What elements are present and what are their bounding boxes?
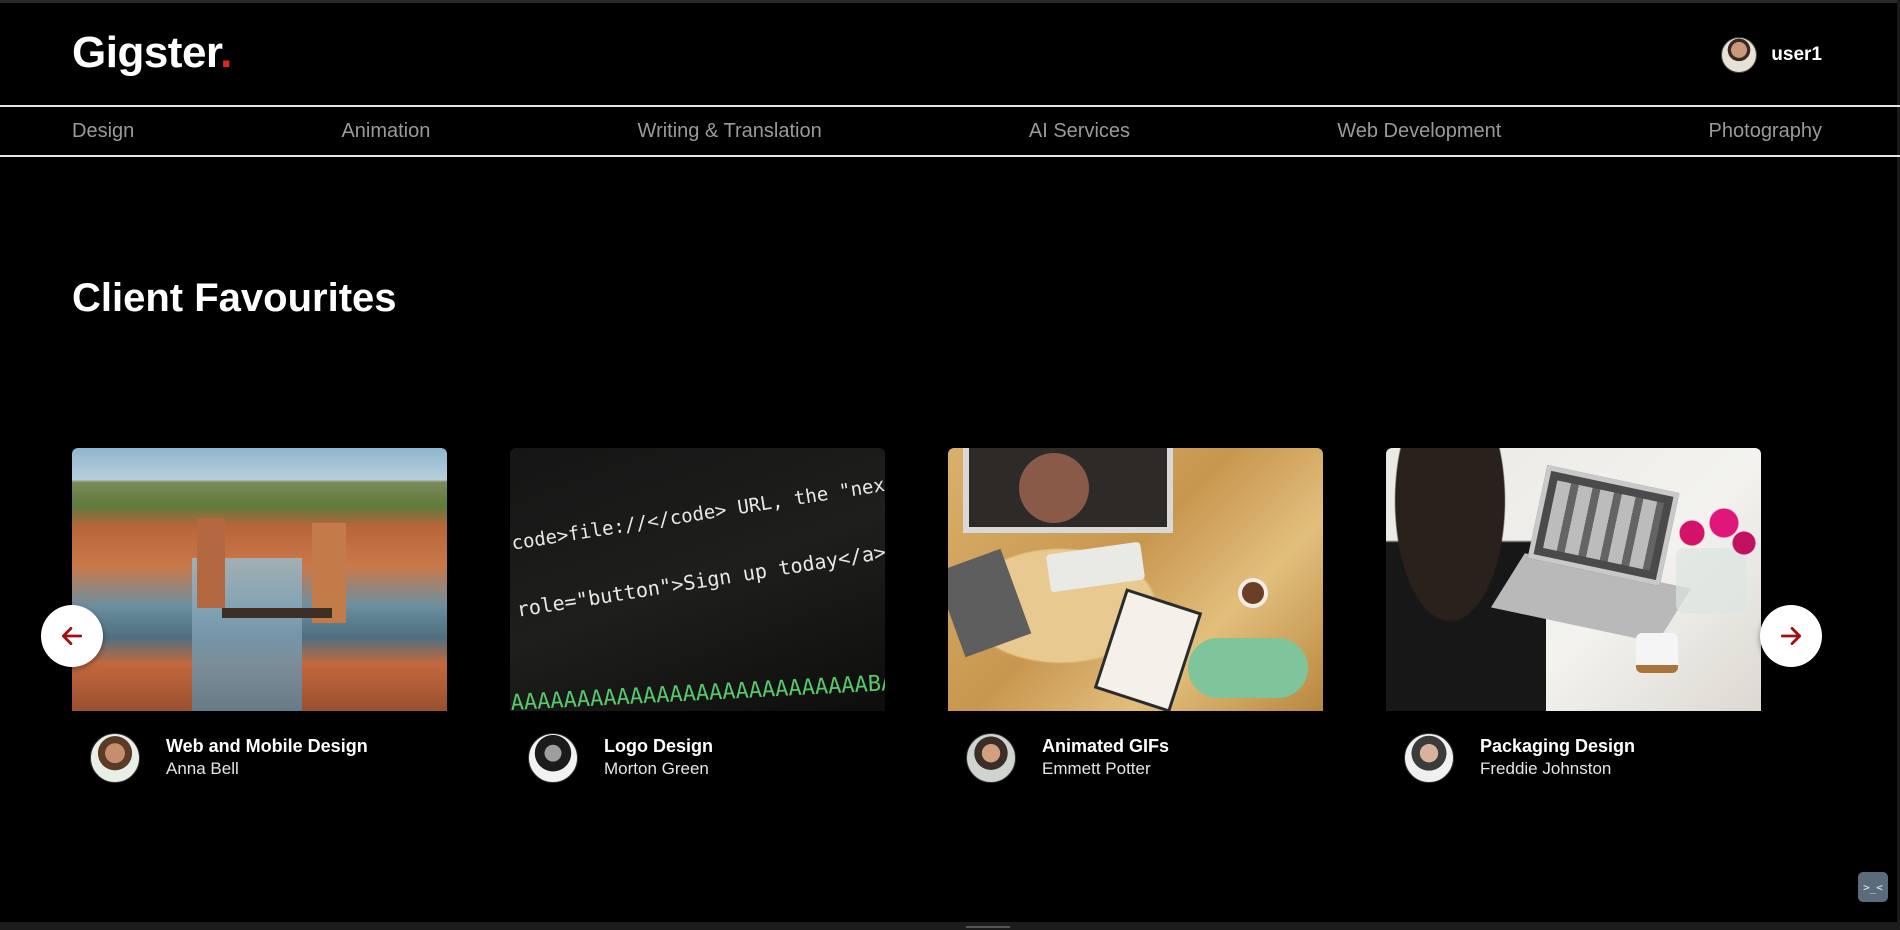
- seller-avatar[interactable]: [1404, 733, 1454, 783]
- gig-card-image[interactable]: [72, 448, 447, 711]
- carousel-prev-button[interactable]: [41, 605, 103, 667]
- seller-avatar[interactable]: [966, 733, 1016, 783]
- nav-item-photography[interactable]: Photography: [1709, 120, 1822, 143]
- window-bottom-edge: [0, 922, 1900, 930]
- favourites-carousel: Web and Mobile Design Anna Bell code>fil…: [72, 448, 1762, 798]
- seller-avatar[interactable]: [90, 733, 140, 783]
- logo[interactable]: Gigster.: [72, 28, 232, 78]
- seller-name[interactable]: Anna Bell: [166, 757, 368, 781]
- user-avatar[interactable]: [1721, 37, 1758, 73]
- arrow-left-icon: [61, 627, 83, 645]
- nav-item-writing-translation[interactable]: Writing & Translation: [638, 120, 822, 143]
- gig-card-image[interactable]: code>file://</code> URL, the "next" role…: [510, 448, 885, 711]
- gig-title[interactable]: Animated GIFs: [1042, 735, 1169, 757]
- gig-card-image[interactable]: [948, 448, 1323, 711]
- terminal-widget-icon[interactable]: >_<: [1858, 872, 1888, 902]
- gig-card[interactable]: Animated GIFs Emmett Potter: [948, 448, 1323, 783]
- logo-dot: .: [220, 28, 232, 77]
- page: Gigster. user1 Design Animation Writing …: [0, 0, 1900, 930]
- section-title: Client Favourites: [72, 276, 397, 320]
- gig-title[interactable]: Web and Mobile Design: [166, 735, 368, 757]
- arrow-right-icon: [1780, 627, 1802, 645]
- user-menu[interactable]: user1: [1721, 37, 1822, 73]
- gig-card[interactable]: Web and Mobile Design Anna Bell: [72, 448, 447, 783]
- carousel-next-button[interactable]: [1760, 605, 1822, 667]
- code-text-line: code>file://</code> URL, the "next": [510, 470, 885, 555]
- window-top-edge: [0, 0, 1900, 3]
- nav-item-web-development[interactable]: Web Development: [1337, 120, 1501, 143]
- category-nav: Design Animation Writing & Translation A…: [0, 105, 1900, 157]
- gig-card[interactable]: code>file://</code> URL, the "next" role…: [510, 448, 885, 783]
- gig-title[interactable]: Packaging Design: [1480, 735, 1635, 757]
- logo-text: Gigster: [72, 28, 221, 77]
- seller-avatar[interactable]: [528, 733, 578, 783]
- seller-name[interactable]: Morton Green: [604, 757, 713, 781]
- widget-label: >_<: [1863, 880, 1883, 894]
- nav-item-ai-services[interactable]: AI Services: [1029, 120, 1130, 143]
- nav-item-design[interactable]: Design: [72, 120, 134, 143]
- scroll-indicator: [966, 926, 1010, 928]
- seller-name[interactable]: Freddie Johnston: [1480, 757, 1635, 781]
- seller-name[interactable]: Emmett Potter: [1042, 757, 1169, 781]
- gig-card[interactable]: Packaging Design Freddie Johnston: [1386, 448, 1761, 783]
- code-text-line: AAAAAAAAAAAAAAAAAAAAAAAAAAABAAEAAAIC: [510, 666, 885, 711]
- username[interactable]: user1: [1771, 44, 1822, 66]
- nav-item-animation[interactable]: Animation: [341, 120, 430, 143]
- gig-card-image[interactable]: [1386, 448, 1761, 711]
- gig-title[interactable]: Logo Design: [604, 735, 713, 757]
